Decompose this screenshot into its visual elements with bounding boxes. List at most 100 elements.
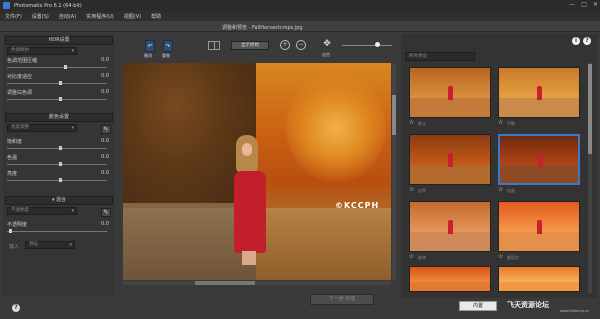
menu-view[interactable]: 视图(V) <box>124 13 141 20</box>
menu-automate[interactable]: 自动(A) <box>59 13 76 20</box>
preset-dropdown[interactable]: 预设 <box>25 241 75 249</box>
slider-knob[interactable] <box>9 229 13 233</box>
slider-value: 0.0 <box>101 89 109 95</box>
slider-knob[interactable] <box>59 178 62 182</box>
app-title: Photomatix Pro 6.1 (64-bit) <box>14 2 82 9</box>
show-original-button[interactable]: 显示原始 <box>231 41 269 50</box>
preset-thumbnail[interactable] <box>409 201 491 252</box>
preset-thumbnail[interactable] <box>498 266 580 292</box>
menu-file[interactable]: 文件(F) <box>5 13 22 20</box>
slider-value: 0.0 <box>101 57 109 63</box>
menu-help[interactable]: 帮助 <box>151 13 161 20</box>
settings-panel: HDR设置 色调映射 色调范围压缩 0.0 对比度适应 0.0 调整白色调 0.… <box>3 34 115 296</box>
slider-knob[interactable] <box>59 97 62 101</box>
preset-label: 自然 <box>418 188 426 193</box>
girl-dress <box>234 171 266 253</box>
slider-label: 色温 <box>7 155 18 161</box>
favorite-star-icon[interactable]: ☆ <box>409 186 414 193</box>
slider-knob[interactable] <box>64 65 68 69</box>
brightness-slider[interactable]: 亮度 0.0 <box>7 170 111 184</box>
redo-label: 重做 <box>162 53 170 58</box>
built-in-presets-button[interactable]: 内置 <box>459 301 497 311</box>
split-view-icon[interactable] <box>208 41 220 50</box>
preset-thumbnail[interactable] <box>409 67 491 118</box>
presets-scroll-thumb[interactable] <box>588 64 592 154</box>
slider-label: 调整白色调 <box>7 90 33 96</box>
menu-utilities[interactable]: 实用程序(U) <box>86 13 114 20</box>
favorite-star-icon[interactable]: ☆ <box>409 119 414 126</box>
blend-mode-dropdown[interactable]: 不透明度 <box>7 207 77 215</box>
opacity-slider[interactable]: 不透明度 0.0 <box>7 221 111 235</box>
favorite-star-icon[interactable]: ☆ <box>498 253 503 260</box>
preview-image[interactable]: ©KCCPH <box>123 63 391 280</box>
zoom-slider-knob[interactable] <box>375 42 380 47</box>
fit-to-window-icon[interactable]: ✥ <box>322 39 332 49</box>
site-url: www.feitianzy.cn <box>560 309 590 313</box>
girl-face <box>242 143 252 156</box>
info-icon[interactable]: i <box>572 37 580 45</box>
brush-icon[interactable]: ✎ <box>101 125 111 134</box>
zoom-slider-track[interactable] <box>342 45 392 46</box>
slider-knob[interactable] <box>59 162 62 166</box>
document-bar: 调整和预览 - FallHarvestcrops.jpg <box>0 21 600 32</box>
preview-horizontal-scroll-thumb[interactable] <box>195 281 255 285</box>
zoom-out-icon[interactable]: − <box>296 40 306 50</box>
slider-track[interactable] <box>7 67 107 68</box>
menu-settings[interactable]: 设置(S) <box>32 13 49 20</box>
slider-value: 0.0 <box>101 73 109 79</box>
slider-track[interactable] <box>7 99 107 100</box>
preset-label: 输入 <box>9 244 20 250</box>
temperature-slider[interactable]: 色温 0.0 <box>7 154 111 168</box>
saturation-slider[interactable]: 饱和度 0.0 <box>7 138 111 152</box>
slider-label: 对比度适应 <box>7 74 33 80</box>
footer-help-icon[interactable]: ? <box>12 304 20 312</box>
slider-track[interactable] <box>7 180 107 181</box>
close-button[interactable]: ✕ <box>593 1 598 8</box>
contrast-adaptation-slider[interactable]: 对比度适应 0.0 <box>7 73 111 87</box>
document-title: 调整和预览 - FallHarvestcrops.jpg <box>222 25 303 31</box>
blend-header[interactable]: ▾ 混合 <box>5 196 113 205</box>
minimize-button[interactable]: — <box>569 1 575 8</box>
favorite-star-icon[interactable]: ☆ <box>498 186 503 193</box>
next-finish-button[interactable]: 下一步 完成 <box>310 294 374 305</box>
slider-label: 饱和度 <box>7 139 23 145</box>
slider-track[interactable] <box>7 231 107 232</box>
white-tone-slider[interactable]: 调整白色调 0.0 <box>7 89 111 103</box>
favorite-star-icon[interactable]: ☆ <box>409 253 414 260</box>
tone-compression-slider[interactable]: 色调范围压缩 0.0 <box>7 57 111 71</box>
slider-knob[interactable] <box>59 146 62 150</box>
favorite-star-icon[interactable]: ☆ <box>498 119 503 126</box>
hdr-settings-header[interactable]: HDR设置 <box>5 36 113 45</box>
zoom-in-icon[interactable]: + <box>280 40 290 50</box>
preset-filter-dropdown[interactable]: 所有预设 <box>405 52 475 61</box>
preset-label: 超现实 <box>507 255 519 260</box>
slider-track[interactable] <box>7 83 107 84</box>
preset-thumbnail[interactable] <box>498 134 580 185</box>
preview-vertical-scroll-thumb[interactable] <box>392 95 396 135</box>
preset-thumbnail[interactable] <box>498 67 580 118</box>
preset-thumbnail[interactable] <box>498 201 580 252</box>
slider-track[interactable] <box>7 148 107 149</box>
temperature-dropdown[interactable]: 温度调整 <box>7 124 77 132</box>
undo-icon[interactable]: ↶ <box>145 40 155 52</box>
method-dropdown[interactable]: 色调映射 <box>7 47 77 55</box>
app-logo-icon <box>3 2 10 9</box>
redo-icon[interactable]: ↷ <box>163 40 173 52</box>
window-controls: — □ ✕ <box>569 1 598 8</box>
preset-thumbnail[interactable] <box>409 266 491 292</box>
slider-label: 亮度 <box>7 171 18 177</box>
brush-icon[interactable]: ✎ <box>101 208 111 217</box>
preview-horizontal-scrollbar[interactable] <box>123 281 391 285</box>
slider-track[interactable] <box>7 164 107 165</box>
slider-value: 0.0 <box>101 221 109 227</box>
maximize-button[interactable]: □ <box>581 1 587 8</box>
site-logo: 飞天资源论坛 <box>507 301 549 309</box>
preset-label: 绘画 <box>507 188 515 193</box>
preset-thumbnail[interactable] <box>409 134 491 185</box>
help-icon[interactable]: ? <box>583 37 591 45</box>
girl-legs <box>242 251 256 265</box>
slider-value: 0.0 <box>101 170 109 176</box>
color-settings-header[interactable]: 颜色设置 <box>5 113 113 122</box>
undo-label: 撤消 <box>144 53 152 58</box>
slider-knob[interactable] <box>59 81 62 85</box>
